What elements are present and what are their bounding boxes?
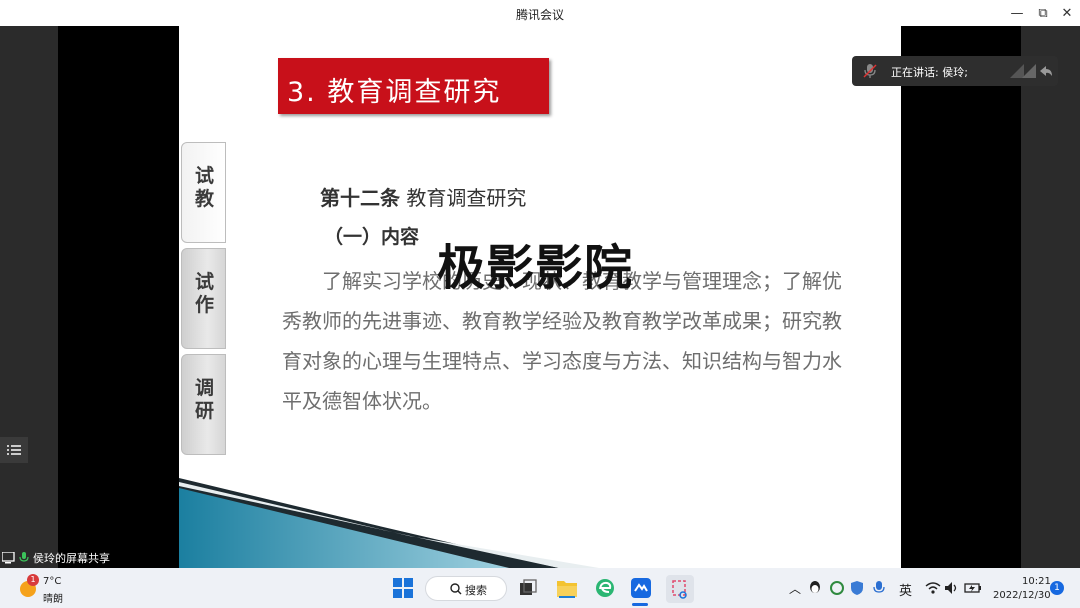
- shield-icon: [851, 581, 863, 595]
- clock-time[interactable]: 10:21: [1022, 576, 1051, 587]
- clock-date[interactable]: 2022/12/30: [993, 590, 1051, 601]
- file-explorer-button[interactable]: [555, 576, 579, 600]
- taskbar: [0, 568, 1080, 608]
- start-button[interactable]: [392, 577, 414, 599]
- screen-share-indicator: 侯玲的屏幕共享: [0, 550, 110, 566]
- weather-desc: 晴朗: [43, 594, 63, 605]
- shield-tray-icon[interactable]: [848, 579, 866, 597]
- weather-temp: 7°C: [43, 576, 62, 587]
- member-list-toggle[interactable]: [0, 437, 28, 463]
- sync-tray-icon[interactable]: [828, 579, 846, 597]
- edge-icon: [596, 579, 614, 597]
- snipping-tool-button[interactable]: [666, 575, 694, 603]
- scissors-icon: [672, 580, 687, 599]
- speaker-volume-icon: [1010, 64, 1052, 78]
- active-speaker-panel: 正在讲话: 侯玲;: [852, 56, 1058, 86]
- search-icon: [450, 583, 462, 595]
- folder-icon: [557, 581, 577, 598]
- input-method-indicator[interactable]: 英: [899, 580, 912, 599]
- screen-share-icon: [2, 552, 15, 564]
- active-app-indicator: [632, 603, 648, 606]
- window-title: 腾讯会议: [515, 8, 564, 22]
- wifi-icon: [925, 582, 941, 594]
- volume-icon: [945, 582, 957, 594]
- right-panel: [1021, 26, 1080, 568]
- task-view-button[interactable]: [518, 578, 538, 598]
- microphone-icon: [873, 581, 885, 593]
- voice-tray-icon[interactable]: [870, 579, 888, 597]
- edge-browser-button[interactable]: [594, 577, 616, 599]
- tencent-meeting-icon: [631, 578, 651, 598]
- screen-share-label: 侯玲的屏幕共享: [33, 552, 110, 565]
- battery-charging-icon: [964, 583, 981, 593]
- list-icon: [7, 445, 21, 455]
- close-button[interactable]: ✕: [1052, 0, 1080, 26]
- volume-tray-icon[interactable]: [944, 580, 960, 596]
- tray-overflow-chevron-icon[interactable]: ︿: [788, 580, 802, 596]
- qq-icon: [810, 581, 820, 593]
- left-panel: [0, 26, 58, 568]
- window-titlebar: 腾讯会议 — ⧉ ✕: [0, 0, 1080, 26]
- tencent-meeting-button[interactable]: [630, 577, 652, 599]
- qq-tray-icon[interactable]: [806, 579, 824, 597]
- taskbar-search[interactable]: 搜索: [425, 576, 507, 601]
- wifi-tray-icon[interactable]: [925, 580, 941, 596]
- weather-badge: 1: [27, 574, 39, 586]
- notification-badge[interactable]: 1: [1050, 581, 1064, 595]
- active-speaker-text: 正在讲话: 侯玲;: [891, 66, 968, 79]
- watermark-text: 极影影院: [437, 240, 634, 296]
- microphone-icon: [19, 552, 29, 562]
- video-letterbox-right: [901, 26, 1021, 568]
- search-label: 搜索: [465, 584, 487, 597]
- task-view-icon: [520, 579, 537, 595]
- microphone-muted-icon: [863, 64, 877, 78]
- video-letterbox-left: [58, 26, 179, 568]
- sync-icon: [830, 581, 844, 595]
- windows-icon: [393, 578, 413, 598]
- battery-tray-icon[interactable]: [964, 580, 982, 596]
